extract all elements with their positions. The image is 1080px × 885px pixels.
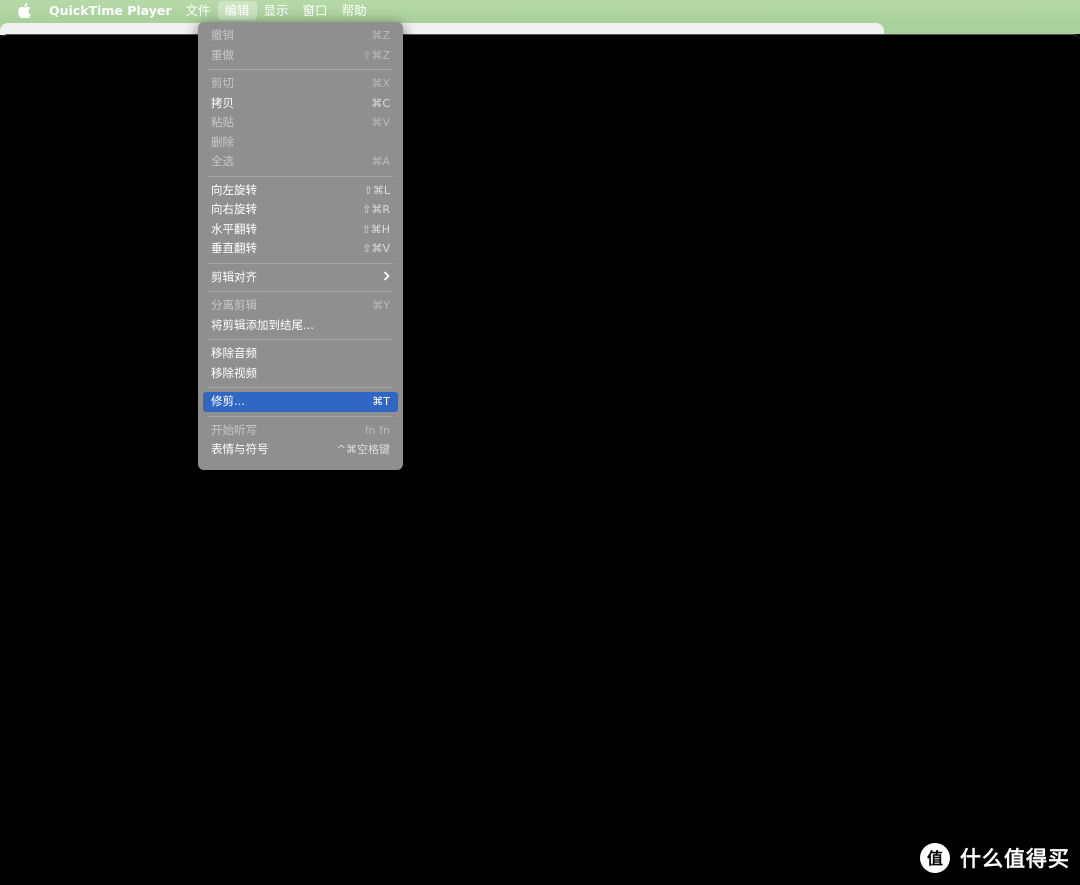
- menu-item-trim[interactable]: 修剪... ⌘T: [203, 392, 398, 412]
- menu-app-name[interactable]: QuickTime Player: [42, 0, 179, 21]
- menu-item-undo[interactable]: 撤销 ⌘Z: [203, 26, 398, 46]
- menu-item-shortcut: ⇧⌘R: [362, 203, 390, 216]
- edit-menu-dropdown: 撤销 ⌘Z 重做 ⇧⌘Z 剪切 ⌘X 拷贝 ⌘C 粘贴 ⌘V 删除 全选 ⌘A: [198, 22, 403, 470]
- watermark-text: 什么值得买: [960, 847, 1070, 871]
- menu-item-shortcut: ⌘Z: [371, 29, 390, 42]
- menu-item-label: 表情与符号: [211, 442, 269, 456]
- menu-item-rotate-left[interactable]: 向左旋转 ⇧⌘L: [203, 181, 398, 201]
- menu-window[interactable]: 窗口: [296, 0, 335, 21]
- menu-edit[interactable]: 编辑: [217, 1, 257, 20]
- menu-item-label: 将剪辑添加到结尾...: [211, 317, 314, 332]
- menu-file[interactable]: 文件: [179, 0, 218, 21]
- menu-item-delete[interactable]: 删除: [203, 133, 398, 153]
- svg-text:值: 值: [927, 849, 943, 868]
- menu-item-label: 垂直翻转: [211, 241, 257, 255]
- menu-item-label: 水平翻转: [211, 221, 257, 236]
- menu-item-redo[interactable]: 重做 ⇧⌘Z: [203, 46, 398, 66]
- menu-item-flip-vertical[interactable]: 垂直翻转 ⇧⌘V: [203, 239, 398, 259]
- menu-separator: [208, 69, 393, 70]
- menu-item-label: 向右旋转: [211, 202, 257, 216]
- menu-item-add-clip-to-end[interactable]: 将剪辑添加到结尾...: [203, 316, 398, 336]
- menu-item-label: 重做: [211, 47, 234, 62]
- menu-item-clip-snapping[interactable]: 剪辑对齐: [203, 268, 398, 288]
- menu-separator: [208, 415, 393, 417]
- menu-item-label: 分离剪辑: [211, 298, 257, 312]
- menu-item-label: 撤销: [211, 28, 234, 42]
- watermark: 值 什么值得买: [920, 843, 1070, 873]
- video-player-area[interactable]: [0, 34, 1080, 885]
- menu-item-label: 开始听写: [211, 422, 257, 437]
- menu-item-shortcut: ⌘A: [371, 155, 390, 168]
- menu-item-label: 向左旋转: [211, 182, 257, 197]
- menu-item-label: 粘贴: [211, 115, 234, 129]
- menu-item-shortcut: ⌘C: [371, 96, 390, 110]
- menu-item-shortcut: ⌘V: [371, 116, 390, 129]
- menu-item-label: 拷贝: [211, 95, 234, 110]
- menu-item-label: 剪切: [211, 76, 234, 90]
- menu-separator: [208, 175, 393, 177]
- menu-item-label: 移除视频: [211, 365, 257, 380]
- menu-item-shortcut: ⇧⌘H: [361, 222, 391, 236]
- apple-logo-icon[interactable]: [12, 0, 36, 21]
- menu-item-select-all[interactable]: 全选 ⌘A: [203, 152, 398, 172]
- menu-separator: [208, 262, 393, 264]
- menu-item-label: 移除音频: [211, 346, 257, 360]
- chevron-right-icon: [383, 268, 390, 288]
- menu-item-label: 删除: [211, 134, 234, 149]
- menu-item-emoji-symbols[interactable]: 表情与符号 ^⌘空格键: [203, 440, 398, 460]
- menu-separator: [208, 339, 393, 340]
- menu-item-label: 剪辑对齐: [211, 269, 257, 284]
- menu-item-flip-horizontal[interactable]: 水平翻转 ⇧⌘H: [203, 220, 398, 240]
- menu-bar: QuickTime Player 文件 编辑 显示 窗口 帮助: [0, 0, 1080, 21]
- menu-item-shortcut: ⇧⌘V: [362, 242, 390, 255]
- menu-item-shortcut: ⇧⌘Z: [362, 48, 390, 62]
- menu-item-cut[interactable]: 剪切 ⌘X: [203, 74, 398, 94]
- menu-item-remove-video[interactable]: 移除视频: [203, 364, 398, 384]
- menu-help[interactable]: 帮助: [335, 0, 374, 21]
- menu-item-label: 修剪...: [211, 394, 245, 408]
- menu-item-paste[interactable]: 粘贴 ⌘V: [203, 113, 398, 133]
- menu-item-shortcut: ^⌘空格键: [336, 443, 390, 456]
- menu-item-copy[interactable]: 拷贝 ⌘C: [203, 94, 398, 114]
- menu-separator: [208, 291, 393, 292]
- menu-item-remove-audio[interactable]: 移除音频: [203, 344, 398, 364]
- menu-item-start-dictation[interactable]: 开始听写 fn fn: [203, 421, 398, 441]
- menu-view[interactable]: 显示: [257, 0, 296, 21]
- menu-item-shortcut: ⌘X: [371, 77, 390, 90]
- menu-item-shortcut: ⌘Y: [372, 299, 390, 312]
- menu-item-shortcut: ⇧⌘L: [363, 183, 390, 197]
- menu-item-rotate-right[interactable]: 向右旋转 ⇧⌘R: [203, 200, 398, 220]
- menu-item-label: 全选: [211, 154, 234, 168]
- zhi-logo-icon: 值: [920, 843, 950, 873]
- menu-item-shortcut: ⌘T: [372, 395, 390, 408]
- menu-item-split-clip[interactable]: 分离剪辑 ⌘Y: [203, 296, 398, 316]
- screen: QuickTime Player 文件 编辑 显示 窗口 帮助 撤销 ⌘Z 重做…: [0, 0, 1080, 885]
- menu-item-shortcut: fn fn: [364, 423, 390, 437]
- menu-separator: [208, 387, 393, 388]
